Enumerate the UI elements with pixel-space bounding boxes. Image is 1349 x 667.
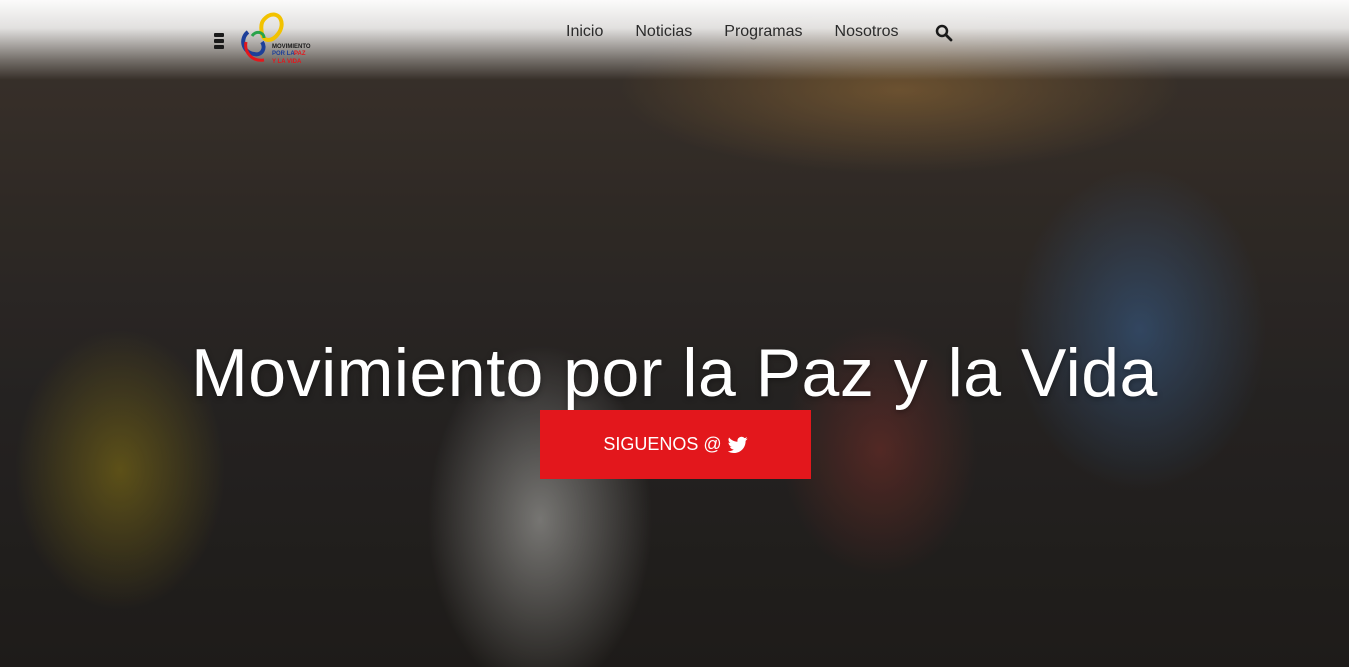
nav-link-noticias[interactable]: Noticias (635, 23, 692, 41)
hero-section: MOVIMIENTO POR LA PAZ Y LA VIDA Inicio N… (0, 0, 1349, 667)
follow-button-label: SIGUENOS @ (603, 434, 722, 454)
navbar: MOVIMIENTO POR LA PAZ Y LA VIDA Inicio N… (0, 0, 1349, 66)
logo[interactable]: MOVIMIENTO POR LA PAZ Y LA VIDA (238, 12, 316, 66)
nav-link-inicio[interactable]: Inicio (566, 23, 603, 41)
hero-title: Movimiento por la Paz y la Vida (191, 334, 1158, 411)
nav-links: Inicio Noticias Programas Nosotros (550, 20, 931, 44)
twitter-icon (727, 436, 748, 453)
follow-twitter-button[interactable]: SIGUENOS @ (540, 410, 811, 479)
nav-link-programas[interactable]: Programas (724, 23, 802, 41)
logo-text-line4: Y LA VIDA (272, 59, 302, 65)
logo-text-line3: PAZ (294, 51, 306, 57)
logo-text-line1: MOVIMIENTO (272, 44, 311, 50)
search-icon[interactable] (935, 24, 953, 42)
logo-text-line2: POR LA (272, 51, 295, 57)
hamburger-menu-icon[interactable] (214, 33, 224, 49)
nav-link-nosotros[interactable]: Nosotros (835, 23, 899, 41)
